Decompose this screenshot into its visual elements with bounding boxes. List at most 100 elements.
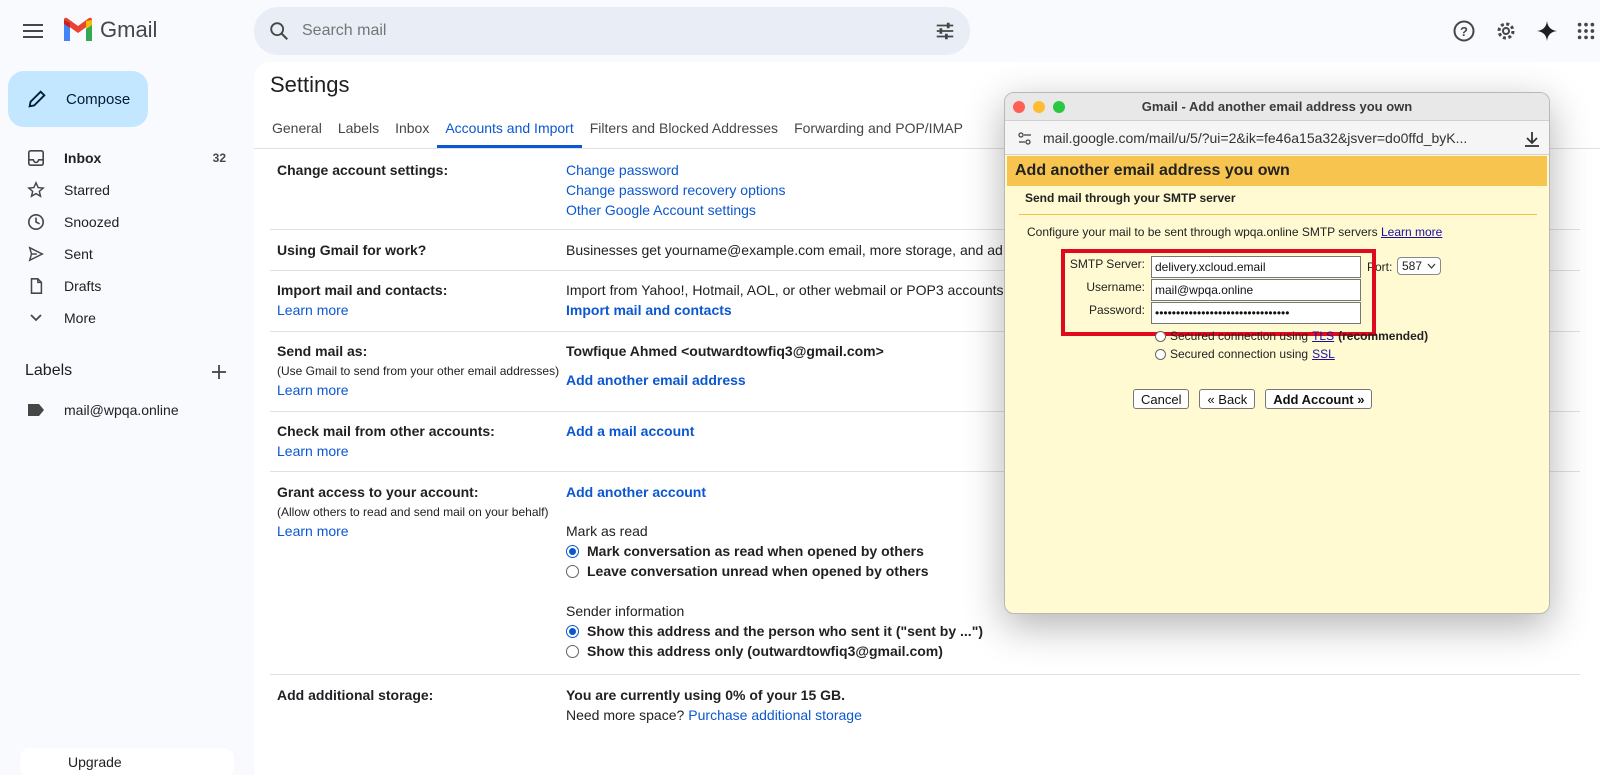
sidebar-item-drafts[interactable]: Drafts xyxy=(0,270,240,302)
search-options-icon[interactable] xyxy=(934,20,956,42)
mark-as-read-heading: Mark as read xyxy=(566,523,648,539)
popup-description: Configure your mail to be sent through w… xyxy=(1027,225,1442,239)
sidebar-item-label: Starred xyxy=(64,182,110,198)
option-label: Show this address only (outwardtowfiq3@g… xyxy=(587,643,943,659)
tab-filters[interactable]: Filters and Blocked Addresses xyxy=(582,116,786,148)
tab-inbox[interactable]: Inbox xyxy=(387,116,437,148)
tab-accounts-and-import[interactable]: Accounts and Import xyxy=(437,116,582,148)
show-address-and-sender-option[interactable]: Show this address and the person who sen… xyxy=(566,623,983,639)
popup-titlebar[interactable]: Gmail - Add another email address you ow… xyxy=(1005,93,1549,121)
tls-recommended: (recommended) xyxy=(1338,329,1429,343)
grant-access-label: Grant access to your account: xyxy=(277,484,479,500)
chevron-down-icon xyxy=(26,311,46,325)
show-address-only-option[interactable]: Show this address only (outwardtowfiq3@g… xyxy=(566,643,943,659)
tls-link[interactable]: TLS xyxy=(1312,329,1334,343)
check-mail-learn-more-link[interactable]: Learn more xyxy=(277,443,349,459)
send-as-identity: Towfique Ahmed <outwardtowfiq3@gmail.com… xyxy=(566,343,884,359)
add-another-email-link[interactable]: Add another email address xyxy=(566,372,746,388)
need-more-text: Need more space? xyxy=(566,707,685,723)
gmail-work-label: Using Gmail for work? xyxy=(277,242,427,258)
ssl-text: Secured connection using xyxy=(1170,347,1309,361)
pencil-icon xyxy=(28,90,46,108)
sidebar-item-starred[interactable]: Starred xyxy=(0,174,240,206)
popup-url[interactable]: mail.google.com/mail/u/5/?ui=2&ik=fe46a1… xyxy=(1043,130,1467,146)
help-icon[interactable]: ? xyxy=(1450,17,1478,45)
search-input[interactable] xyxy=(302,22,934,40)
add-account-button[interactable]: Add Account » xyxy=(1265,389,1373,409)
download-icon[interactable] xyxy=(1523,130,1541,148)
ssl-radio[interactable] xyxy=(1155,348,1166,360)
settings-gear-icon[interactable] xyxy=(1492,17,1520,45)
option-label: Show this address and the person who sen… xyxy=(587,623,983,639)
storage-usage: You are currently using 0% of your 15 GB… xyxy=(566,687,846,703)
sidebar-item-sent[interactable]: Sent xyxy=(0,238,240,270)
description-text: Configure your mail to be sent through w… xyxy=(1027,225,1378,239)
storage-label: Add additional storage: xyxy=(277,687,434,703)
clock-icon xyxy=(26,213,46,231)
import-text: Import from Yahoo!, Hotmail, AOL, or oth… xyxy=(566,282,1004,298)
upgrade-button[interactable]: Upgrade xyxy=(20,748,234,775)
cancel-button[interactable]: Cancel xyxy=(1133,389,1190,409)
radio-selected[interactable] xyxy=(566,624,579,638)
ssl-link[interactable]: SSL xyxy=(1312,347,1335,361)
search-icon[interactable] xyxy=(268,20,290,42)
option-label: Mark conversation as read when opened by… xyxy=(587,543,924,559)
add-another-account-link[interactable]: Add another account xyxy=(566,484,706,500)
site-settings-icon[interactable] xyxy=(1017,131,1033,147)
port-value: 587 xyxy=(1402,259,1423,273)
purchase-storage-link[interactable]: Purchase additional storage xyxy=(688,707,862,723)
radio-unselected[interactable] xyxy=(566,644,579,658)
ssl-option[interactable]: Secured connection using SSL xyxy=(1155,347,1335,361)
add-label-icon[interactable] xyxy=(207,360,231,384)
star-icon xyxy=(26,181,46,199)
mark-read-option[interactable]: Mark conversation as read when opened by… xyxy=(566,543,924,559)
apps-grid-icon[interactable] xyxy=(1572,17,1600,45)
app-name: Gmail xyxy=(100,17,158,42)
import-mail-link[interactable]: Import mail and contacts xyxy=(566,302,732,318)
gemini-sparkle-icon[interactable] xyxy=(1533,17,1561,45)
port-select[interactable]: 587 xyxy=(1397,257,1441,275)
recovery-options-link[interactable]: Change password recovery options xyxy=(566,182,785,198)
search-bar[interactable] xyxy=(254,7,970,55)
tls-option[interactable]: Secured connection using TLS (recommende… xyxy=(1155,329,1428,343)
tab-labels[interactable]: Labels xyxy=(330,116,387,148)
sidebar-item-label: Sent xyxy=(64,246,93,262)
inbox-icon xyxy=(26,149,46,167)
label-tag-icon xyxy=(26,403,46,417)
sidebar-item-label: More xyxy=(64,310,96,326)
gmail-logo[interactable]: Gmail xyxy=(62,17,157,43)
google-account-settings-link[interactable]: Other Google Account settings xyxy=(566,202,756,218)
grant-access-sub: (Allow others to read and send mail on y… xyxy=(277,505,549,519)
sidebar-item-snoozed[interactable]: Snoozed xyxy=(0,206,240,238)
settings-tabs: General Labels Inbox Accounts and Import… xyxy=(264,116,971,148)
add-mail-account-link[interactable]: Add a mail account xyxy=(566,423,694,439)
popup-button-row: Cancel « Back Add Account » xyxy=(1133,389,1373,409)
tab-forwarding[interactable]: Forwarding and POP/IMAP xyxy=(786,116,971,148)
tls-radio[interactable] xyxy=(1155,330,1166,342)
change-password-link[interactable]: Change password xyxy=(566,162,679,178)
sidebar-label-item[interactable]: mail@wpqa.online xyxy=(0,394,240,426)
send-as-label: Send mail as: xyxy=(277,343,368,359)
send-as-learn-more-link[interactable]: Learn more xyxy=(277,382,349,398)
main-menu-icon[interactable] xyxy=(20,18,48,44)
sidebar-item-more[interactable]: More xyxy=(0,302,240,334)
check-mail-label: Check mail from other accounts: xyxy=(277,423,495,439)
compose-button[interactable]: Compose xyxy=(8,71,148,127)
compose-label: Compose xyxy=(66,90,131,108)
popup-subheader: Send mail through your SMTP server xyxy=(1025,191,1236,205)
import-label: Import mail and contacts: xyxy=(277,282,448,298)
radio-unselected[interactable] xyxy=(566,564,579,578)
import-learn-more-link[interactable]: Learn more xyxy=(277,302,349,318)
sidebar-item-label: Inbox xyxy=(64,150,102,166)
radio-selected[interactable] xyxy=(566,544,579,558)
send-as-sub: (Use Gmail to send from your other email… xyxy=(277,364,560,378)
sidebar-item-inbox[interactable]: Inbox 32 xyxy=(0,142,240,174)
sidebar-item-label: Snoozed xyxy=(64,214,120,230)
leave-unread-option[interactable]: Leave conversation unread when opened by… xyxy=(566,563,929,579)
popup-learn-more-link[interactable]: Learn more xyxy=(1381,225,1442,239)
page-title: Settings xyxy=(270,72,350,97)
popup-header-title: Add another email address you own xyxy=(1015,162,1290,179)
tab-general[interactable]: General xyxy=(264,116,330,148)
back-button[interactable]: « Back xyxy=(1199,389,1256,409)
grant-access-learn-more-link[interactable]: Learn more xyxy=(277,523,349,539)
